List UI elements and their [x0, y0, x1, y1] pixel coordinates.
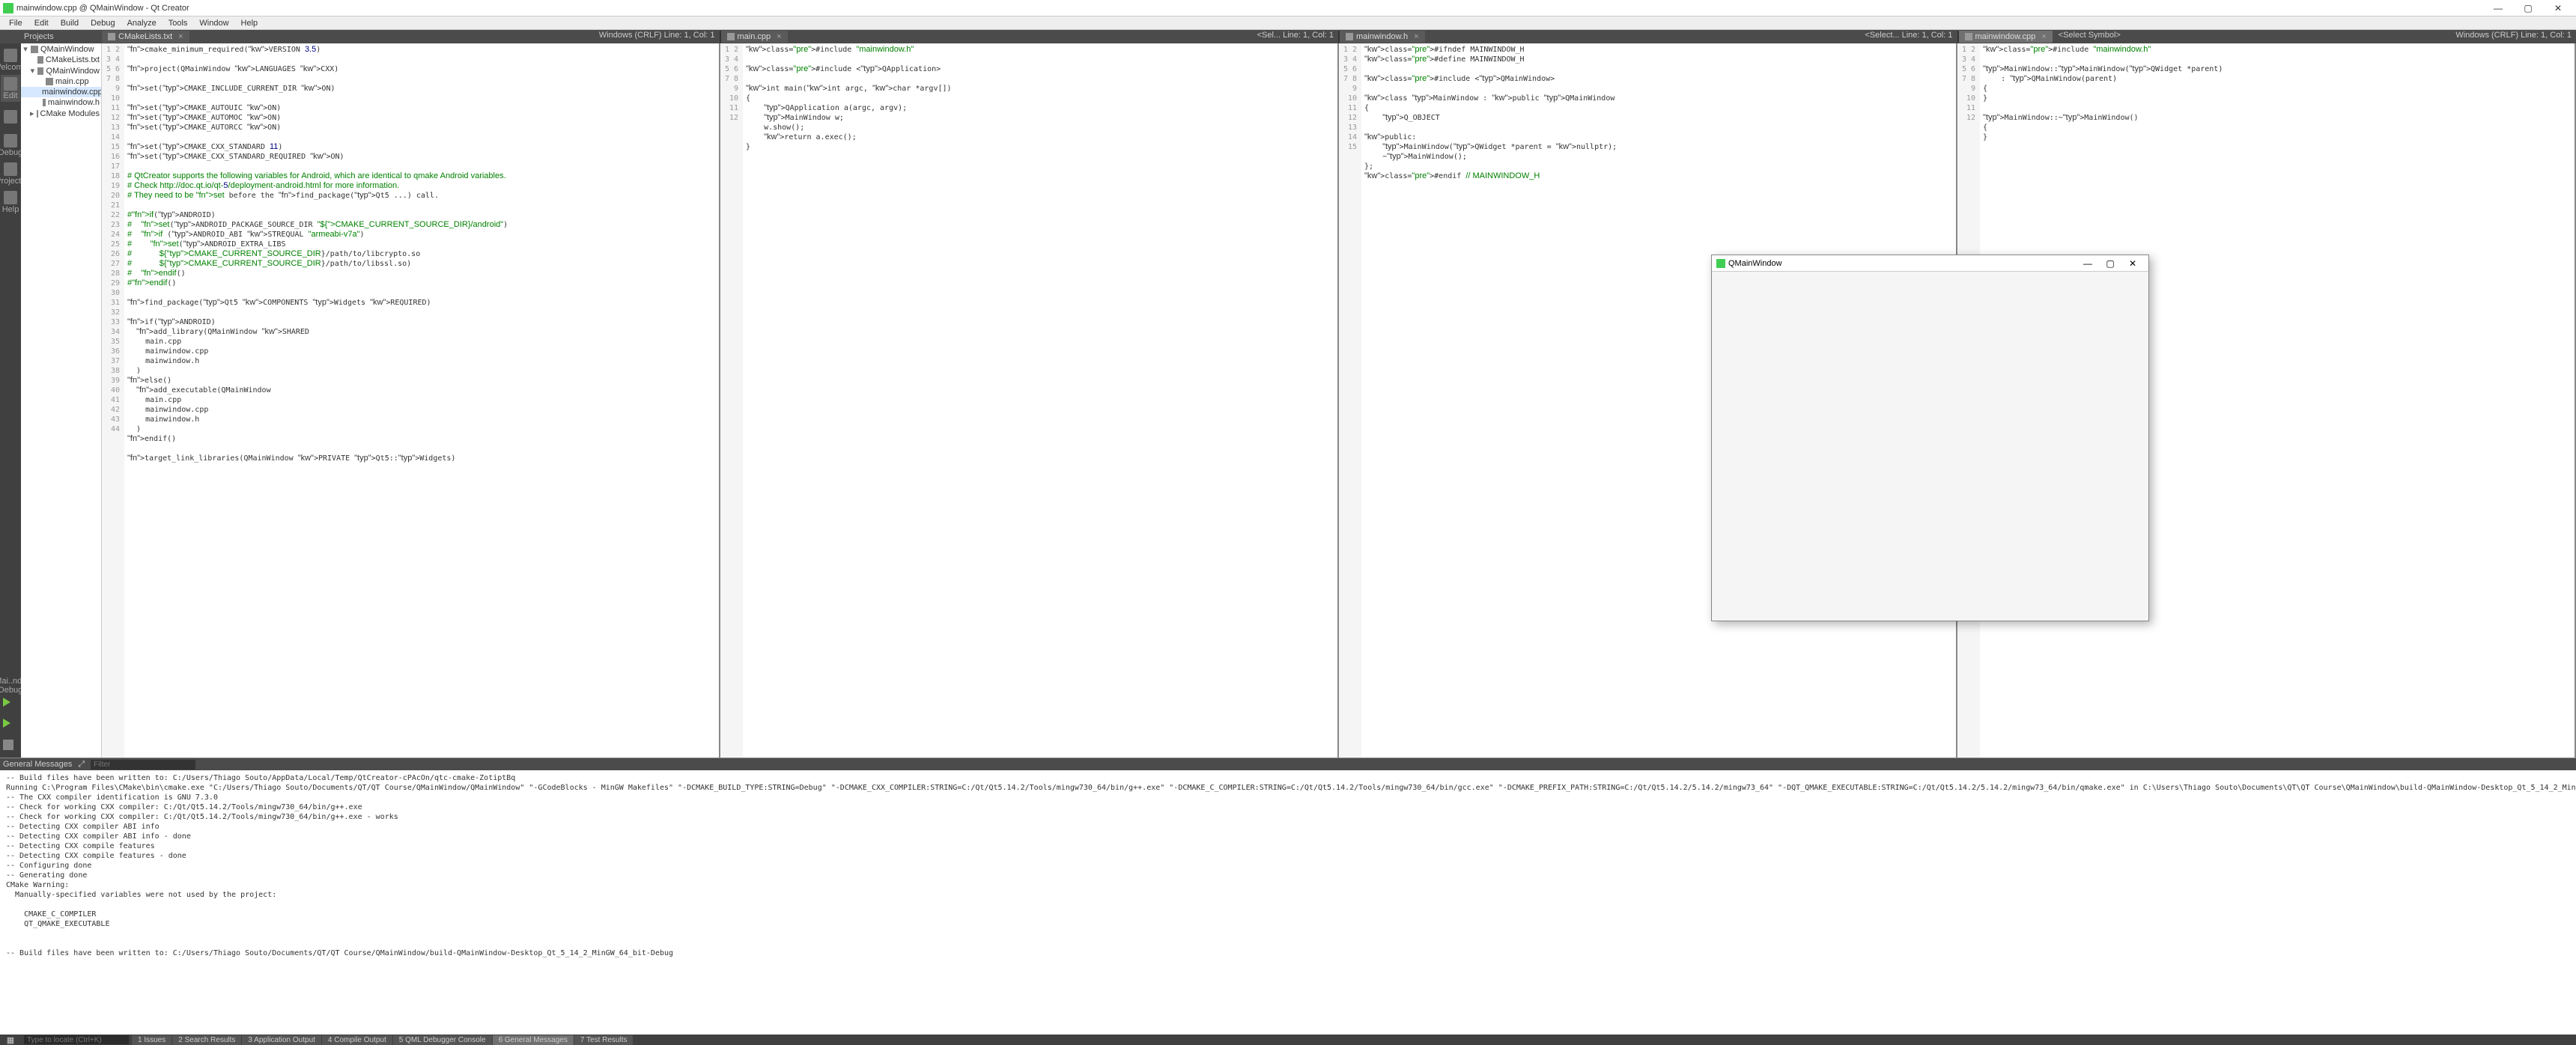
- close-icon[interactable]: ×: [2041, 32, 2046, 41]
- run-button[interactable]: [3, 698, 18, 713]
- editor-tab-main[interactable]: main.cpp×: [721, 31, 788, 43]
- tree-item[interactable]: mainwindow.cpp: [21, 87, 101, 97]
- zoom-icon[interactable]: ⤢: [78, 760, 85, 770]
- editor-pane-1[interactable]: 1 2 3 4 5 6 7 8 9 10 11 12 13 14 15 16 1…: [102, 43, 720, 758]
- menu-window[interactable]: Window: [193, 17, 234, 29]
- menu-debug[interactable]: Debug: [85, 17, 121, 29]
- projects-header: Projects: [21, 32, 102, 41]
- debug-run-button[interactable]: [3, 719, 18, 734]
- menu-edit[interactable]: Edit: [28, 17, 55, 29]
- popup-titlebar[interactable]: QMainWindow — ▢ ✕: [1712, 255, 2148, 272]
- editor-tab-cmakelists[interactable]: CMakeLists.txt×: [102, 31, 189, 43]
- design-icon: [4, 110, 17, 124]
- bottom-bar: ▦ 1 Issues2 Search Results3 Application …: [0, 1035, 2576, 1045]
- running-app-window[interactable]: QMainWindow — ▢ ✕: [1711, 255, 2149, 621]
- menu-help[interactable]: Help: [235, 17, 264, 29]
- mode-bar: Welcome Edit Debug Projects Help QMai..n…: [0, 43, 21, 758]
- line-gutter: 1 2 3 4 5 6 7 8 9 10 11 12 13 14 15 16 1…: [102, 43, 124, 758]
- output-pane: General Messages ⤢ -- Build files have b…: [0, 758, 2576, 1035]
- output-tab[interactable]: 7 Test Results: [574, 1035, 634, 1045]
- play-icon: [3, 698, 18, 707]
- wrench-icon: [4, 162, 17, 176]
- output-body[interactable]: -- Build files have been written to: C:/…: [0, 770, 2576, 1035]
- output-tab[interactable]: 5 QML Debugger Console: [393, 1035, 492, 1045]
- code-area[interactable]: "kw">class="pre">#include "mainwindow.h"…: [743, 43, 1337, 758]
- edit-icon: [4, 77, 17, 91]
- file-icon: [727, 33, 735, 40]
- titlebar: mainwindow.cpp @ QMainWindow - Qt Creato…: [0, 0, 2576, 16]
- line-gutter: 1 2 3 4 5 6 7 8 9 10 11 12 13 14 15: [1339, 43, 1361, 758]
- select-symbol[interactable]: <Select Symbol>: [2054, 31, 2125, 43]
- editor-pane-2[interactable]: 1 2 3 4 5 6 7 8 9 10 11 12 "kw">class="p…: [720, 43, 1339, 758]
- qt-icon: [3, 3, 13, 13]
- menu-analyze[interactable]: Analyze: [121, 17, 162, 29]
- mode-debug[interactable]: Debug: [1, 132, 20, 159]
- help-icon: [4, 191, 17, 204]
- popup-minimize[interactable]: —: [2077, 258, 2099, 269]
- window-title: mainwindow.cpp @ QMainWindow - Qt Creato…: [16, 4, 2483, 13]
- file-icon: [108, 33, 115, 40]
- mode-help[interactable]: Help: [1, 189, 20, 216]
- menubar: File Edit Build Debug Analyze Tools Wind…: [0, 16, 2576, 30]
- editor-tab-row: Projects CMakeLists.txt× Windows (CRLF) …: [0, 30, 2576, 43]
- editor-status: <Sel... Line: 1, Col: 1: [1253, 31, 1338, 43]
- tree-item[interactable]: mainwindow.h: [21, 97, 101, 108]
- file-icon: [1965, 33, 1972, 40]
- popup-title: QMainWindow: [1728, 259, 2077, 268]
- project-tree[interactable]: ▾QMainWindowCMakeLists.txt▾QMainWindowma…: [21, 43, 102, 758]
- locator-input[interactable]: [24, 1035, 129, 1044]
- close-button[interactable]: ✕: [2543, 0, 2573, 16]
- output-header: General Messages ⤢: [0, 758, 2576, 770]
- play-bug-icon: [3, 719, 18, 728]
- output-tab[interactable]: 2 Search Results: [172, 1035, 241, 1045]
- maximize-button[interactable]: ▢: [2513, 0, 2543, 16]
- close-icon[interactable]: ×: [777, 32, 781, 41]
- tree-item[interactable]: main.cpp: [21, 76, 101, 87]
- output-tab[interactable]: 6 General Messages: [493, 1035, 574, 1045]
- tree-item[interactable]: ▾QMainWindow: [21, 43, 101, 55]
- home-icon: [4, 49, 17, 62]
- popup-close[interactable]: ✕: [2121, 258, 2144, 269]
- output-title: General Messages: [3, 760, 72, 769]
- editor-split: 1 2 3 4 5 6 7 8 9 10 11 12 13 14 15 16 1…: [102, 43, 2576, 758]
- tree-item[interactable]: CMakeLists.txt: [21, 55, 101, 65]
- close-icon[interactable]: ×: [178, 32, 183, 41]
- line-gutter: 1 2 3 4 5 6 7 8 9 10 11 12: [720, 43, 743, 758]
- close-icon[interactable]: ×: [1414, 32, 1418, 41]
- output-tab[interactable]: 4 Compile Output: [322, 1035, 392, 1045]
- editor-tab-mainwindow-cpp[interactable]: mainwindow.cpp×: [1959, 31, 2053, 43]
- file-icon: [1346, 33, 1353, 40]
- mode-design[interactable]: [1, 103, 20, 130]
- output-filter[interactable]: [91, 760, 195, 770]
- menu-build[interactable]: Build: [55, 17, 85, 29]
- code-area[interactable]: "fn">cmake_minimum_required("kw">VERSION…: [124, 43, 719, 758]
- editor-tab-mainwindow-h[interactable]: mainwindow.h×: [1340, 31, 1425, 43]
- tree-item[interactable]: ▸CMake Modules: [21, 108, 101, 119]
- bug-icon: [4, 134, 17, 147]
- tree-item[interactable]: ▾QMainWindow: [21, 65, 101, 76]
- qt-icon: [1716, 259, 1725, 268]
- hammer-icon: [3, 740, 13, 750]
- close-sidebar-icon[interactable]: ▦: [0, 1035, 21, 1045]
- menu-tools[interactable]: Tools: [162, 17, 194, 29]
- editor-status: Windows (CRLF) Line: 1, Col: 1: [2451, 31, 2576, 43]
- menu-file[interactable]: File: [3, 17, 28, 29]
- popup-maximize[interactable]: ▢: [2099, 258, 2121, 269]
- mode-edit[interactable]: Edit: [1, 75, 20, 102]
- editor-status: Windows (CRLF) Line: 1, Col: 1: [595, 31, 720, 43]
- mode-projects[interactable]: Projects: [1, 160, 20, 187]
- output-tab[interactable]: 3 Application Output: [242, 1035, 321, 1045]
- editor-status: <Select... Line: 1, Col: 1: [1860, 31, 1957, 43]
- mode-welcome[interactable]: Welcome: [1, 46, 20, 73]
- build-button[interactable]: [3, 740, 18, 755]
- output-tab[interactable]: 1 Issues: [132, 1035, 171, 1045]
- minimize-button[interactable]: —: [2483, 0, 2513, 16]
